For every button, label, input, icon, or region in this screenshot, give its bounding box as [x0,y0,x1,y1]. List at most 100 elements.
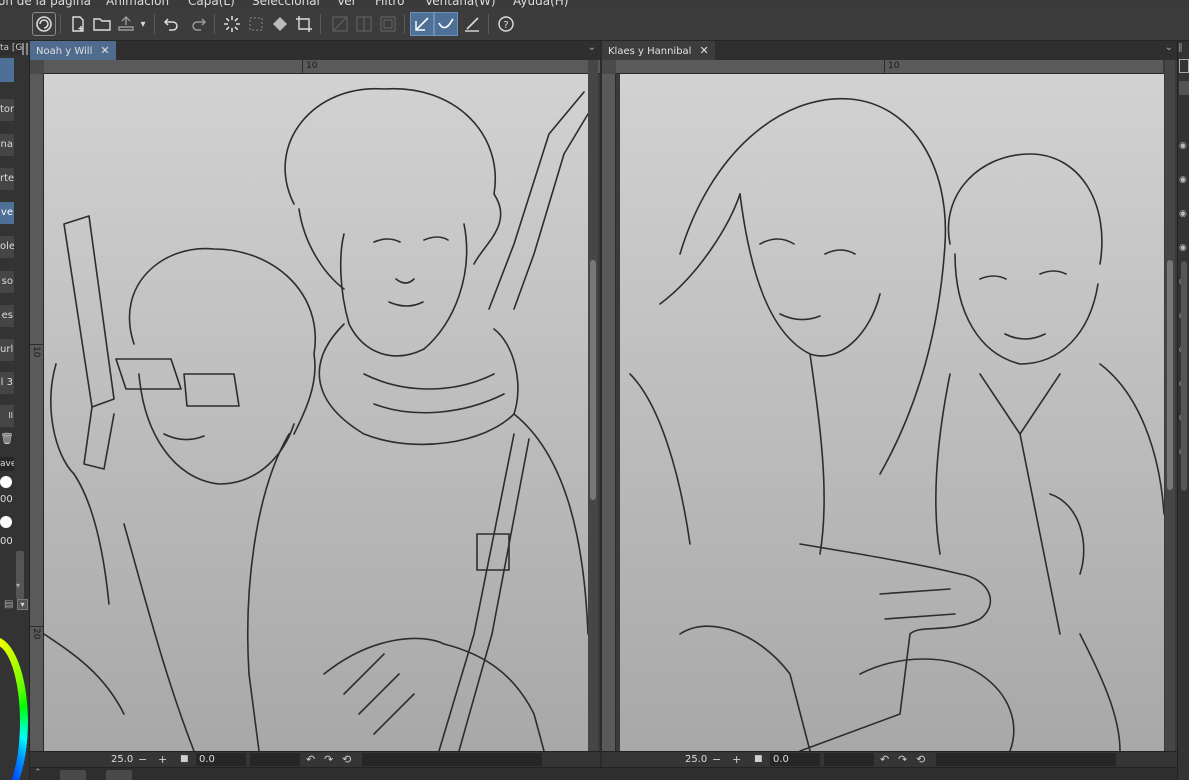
reset-rotation-icon[interactable]: ⟲ [916,752,925,767]
app-logo-icon[interactable] [32,12,56,36]
menu-item-window[interactable]: Ventana(W) [425,0,496,8]
disabled-b-icon[interactable] [352,12,376,36]
sub-tool-item-8[interactable]: l 3 [0,372,14,394]
pen-line-icon[interactable] [460,12,484,36]
brush-size-preview-icon[interactable] [0,476,12,488]
sub-tool-item-1[interactable]: na [0,134,14,156]
bottom-panel-button[interactable] [60,770,86,780]
status-bar-2: 25.0 − + ■ 0.0 ↶ ↷ ⟲ [602,751,1177,767]
open-folder-icon[interactable] [90,12,114,36]
layer-name-label: ave] [0,457,14,471]
fit-view-icon[interactable]: ■ [180,752,189,767]
close-tab-icon[interactable]: ✕ [100,44,109,57]
sub-tool-item-9[interactable]: II [0,405,14,427]
ruler-horizontal: 10 [616,60,1163,74]
pen-active-icon[interactable] [410,12,434,36]
layer-tool-icon[interactable] [1179,81,1189,95]
bottom-panel-button[interactable] [106,770,132,780]
sub-tool-item-0[interactable]: tor [0,99,14,121]
sub-tool-item-4[interactable]: ole [0,236,14,258]
ruler-label: 10 [888,61,900,71]
scroll-down-arrow-icon[interactable]: ▾ [16,581,20,590]
zoom-value[interactable]: 25.0 [682,753,710,766]
document-pane-2: Klaes y Hannibal ✕ ⌄ 10 25.0 − + ■ 0.0 ↶… [602,41,1177,767]
undo-icon[interactable] [160,12,184,36]
drawing-canvas-noah-y-will[interactable] [44,74,588,751]
layer-visibility-eye-icon[interactable]: ◉ [1179,243,1189,253]
busy-spinner-icon[interactable] [220,12,244,36]
zoom-out-icon[interactable]: − [138,752,147,767]
sub-tool-item-7[interactable]: url [0,339,14,361]
fill-icon[interactable] [268,12,292,36]
close-tab-icon[interactable]: ✕ [699,44,708,57]
menu-item-filter[interactable]: Filtro [375,0,404,8]
trash-icon[interactable]: 🗑 [0,432,14,445]
transform-select-icon[interactable] [244,12,268,36]
rotate-left-icon[interactable]: ↶ [306,752,315,767]
menu-item-animation[interactable]: Animación [106,0,169,8]
drawing-canvas-klaes-y-hannibal[interactable] [620,74,1164,751]
tab-noah-y-will[interactable]: Noah y Will ✕ [30,41,116,60]
tab-label: Noah y Will [36,46,93,57]
ruler-label: 10 [306,61,318,71]
menu-item-view[interactable]: Ver [337,0,357,8]
panel-dropdown-chevron-icon[interactable]: ▾ [17,599,28,610]
export-dropdown-chevron-icon[interactable]: ▾ [136,12,150,36]
sub-tool-item-3[interactable]: ve [0,202,14,224]
panel-menu-icon[interactable]: ▤ [4,599,13,610]
rotate-right-icon[interactable]: ↷ [324,752,333,767]
zoom-in-icon[interactable]: + [732,752,741,767]
pane-menu-chevron-icon[interactable]: ⌄ [1165,42,1173,53]
menu-item-layer[interactable]: Capa(L) [188,0,235,8]
disabled-a-icon[interactable] [328,12,352,36]
menu-item-help[interactable]: Ayuda(H) [513,0,568,8]
color-wheel[interactable] [0,637,28,780]
help-icon[interactable]: ? [494,12,518,36]
left-panel-scrollbar[interactable] [16,551,24,599]
zoom-in-icon[interactable]: + [158,752,167,767]
export-icon[interactable] [114,12,138,36]
panel-grip-icon[interactable] [22,43,28,55]
disabled-c-icon[interactable] [376,12,400,36]
rotation-slider[interactable] [824,753,874,766]
brush-opacity-preview-icon[interactable] [0,516,12,528]
fit-view-icon[interactable]: ■ [754,752,763,767]
sub-tool-item-selected-top[interactable] [0,58,14,82]
redo-icon[interactable] [186,12,210,36]
zoom-out-icon[interactable]: − [712,752,721,767]
vertical-scrollbar-2[interactable] [1165,60,1175,751]
rotation-value[interactable]: 0.0 [196,753,246,766]
sub-tool-item-5[interactable]: so [0,271,14,293]
pane-menu-chevron-icon[interactable]: ⌄ [588,42,596,53]
layer-list-scrollbar[interactable] [1181,261,1187,491]
tab-klaes-y-hannibal[interactable]: Klaes y Hannibal ✕ [602,41,715,60]
layer-panel-icon[interactable] [1179,59,1189,73]
collapse-up-chevron-icon[interactable]: ⌃ [34,768,42,778]
new-file-icon[interactable] [66,12,90,36]
dock-grip-icon[interactable]: ∥ [1178,43,1183,53]
rotation-slider[interactable] [250,753,300,766]
horizontal-scrollbar-1[interactable] [362,753,542,766]
ruler-horizontal: 10 [44,60,600,74]
layer-visibility-eye-icon[interactable]: ◉ [1179,141,1189,151]
command-bar: ▾ ? [0,8,1189,41]
horizontal-scrollbar-2[interactable] [936,753,1116,766]
reset-rotation-icon[interactable]: ⟲ [342,752,351,767]
layer-visibility-eye-icon[interactable]: ◉ [1179,209,1189,219]
document-pane-1: Noah y Will ✕ ⌄ 10 10 20 25.0 − + ■ 0.0 … [30,41,600,767]
menu-item-select[interactable]: Seleccionar [252,0,321,8]
vertical-scrollbar-1[interactable] [588,60,598,751]
pen-stabilize-icon[interactable] [434,12,458,36]
crop-icon[interactable] [292,12,316,36]
document-tab-bar-2: Klaes y Hannibal ✕ ⌄ [602,41,1177,60]
ruler-label-left-1: 10 [31,346,41,358]
sub-tool-item-6[interactable]: es [0,305,14,327]
sub-tool-item-2[interactable]: rte [0,168,14,190]
rotate-left-icon[interactable]: ↶ [880,752,889,767]
layer-visibility-eye-icon[interactable]: ◉ [1179,175,1189,185]
svg-text:?: ? [503,20,508,31]
zoom-value[interactable]: 25.0 [108,753,136,766]
rotate-right-icon[interactable]: ↷ [898,752,907,767]
rotation-value[interactable]: 0.0 [770,753,820,766]
menu-item-page-partial[interactable]: ón de la página [0,0,91,8]
